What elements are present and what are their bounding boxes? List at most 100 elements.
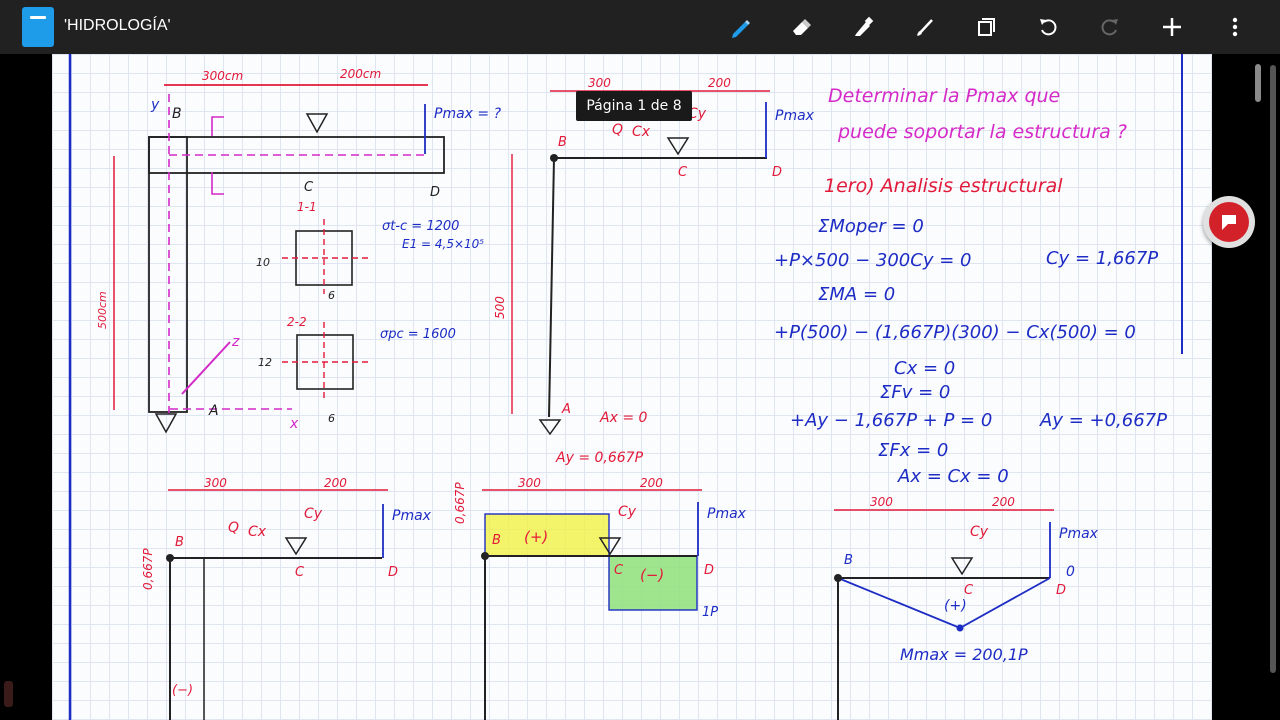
svg-text:ΣMoper = 0: ΣMoper = 0 <box>818 216 924 237</box>
svg-text:ΣMA = 0: ΣMA = 0 <box>818 284 895 305</box>
eraser-icon <box>793 19 811 35</box>
svg-text:6: 6 <box>328 412 335 425</box>
svg-text:500cm: 500cm <box>96 291 109 329</box>
svg-text:Pmax: Pmax <box>775 108 815 124</box>
svg-text:D: D <box>772 165 782 180</box>
add-page-button[interactable] <box>1157 12 1187 42</box>
pen-icon <box>732 20 750 38</box>
plus-icon <box>1163 18 1181 36</box>
svg-text:1-1: 1-1 <box>297 200 317 214</box>
svg-text:300: 300 <box>870 495 893 509</box>
notebook-title[interactable]: 'HIDROLOGÍA' <box>64 17 171 35</box>
svg-text:C: C <box>678 165 688 180</box>
svg-text:E1 = 4,5×10⁵: E1 = 4,5×10⁵ <box>402 237 484 251</box>
svg-text:σpc = 1600: σpc = 1600 <box>380 327 456 342</box>
svg-text:Ay = +0,667P: Ay = +0,667P <box>1039 410 1167 431</box>
svg-text:200cm: 200cm <box>340 67 381 81</box>
svg-text:12: 12 <box>258 356 272 369</box>
svg-text:(−): (−) <box>172 683 193 698</box>
svg-text:1ero) Analisis estructural: 1ero) Analisis estructural <box>824 175 1063 197</box>
svg-text:Ay = 0,667P: Ay = 0,667P <box>555 450 644 466</box>
svg-text:Q: Q <box>612 122 623 138</box>
line-icon <box>917 19 933 36</box>
svg-text:Cx = 0: Cx = 0 <box>894 358 955 379</box>
svg-text:Cy: Cy <box>304 506 323 522</box>
moment-diagram-3: 300 200 B C D 0 (+) Pmax Cy Mmax = 200,1… <box>834 495 1099 720</box>
svg-text:B: B <box>558 135 567 150</box>
vertical-scrollbar[interactable] <box>1270 65 1276 673</box>
svg-text:z: z <box>231 334 240 350</box>
svg-text:(+): (+) <box>524 528 548 546</box>
svg-text:+P×500 − 300Cy = 0: +P×500 − 300Cy = 0 <box>774 250 971 271</box>
vertical-scroll-thumb[interactable] <box>1255 64 1261 102</box>
svg-text:300cm: 300cm <box>202 69 243 83</box>
pages-icon <box>978 18 995 36</box>
svg-text:D: D <box>430 185 440 200</box>
svg-text:200: 200 <box>324 476 347 490</box>
undo-icon <box>1040 19 1057 36</box>
svg-text:200: 200 <box>708 76 731 90</box>
svg-text:0,667P: 0,667P <box>141 548 155 590</box>
edge-handle[interactable] <box>4 681 13 707</box>
svg-text:(−): (−) <box>640 566 664 584</box>
svg-text:0: 0 <box>1066 564 1075 580</box>
svg-text:B: B <box>492 533 501 548</box>
svg-text:Pmax: Pmax <box>1059 526 1099 542</box>
svg-text:D: D <box>388 565 398 580</box>
page-indicator-tooltip: Página 1 de 8 <box>576 91 692 121</box>
handwritten-ink-layer: 300cm 200cm B y z A x C D Pmax = ? 500cm <box>68 54 1183 720</box>
moment-diagram-2: 300 200 B C D (+) (−) Pmax Cy 1P 0,667P <box>453 476 747 720</box>
svg-text:300: 300 <box>518 476 541 490</box>
svg-text:Cy: Cy <box>970 524 989 540</box>
more-vert-icon <box>1232 17 1238 37</box>
svg-text:1P: 1P <box>702 605 718 620</box>
svg-text:ΣFx = 0: ΣFx = 0 <box>878 440 948 461</box>
toolbox-icon <box>1209 202 1249 242</box>
svg-text:Cx: Cx <box>248 524 267 540</box>
svg-text:+Ay − 1,667P + P = 0: +Ay − 1,667P + P = 0 <box>790 410 992 431</box>
svg-text:Determinar la Pmax que: Determinar la Pmax que <box>828 85 1060 107</box>
svg-text:Pmax = ?: Pmax = ? <box>434 106 502 122</box>
svg-text:Cy = 1,667P: Cy = 1,667P <box>1046 248 1158 269</box>
svg-text:Pmax: Pmax <box>392 508 432 524</box>
svg-text:(+): (+) <box>944 598 967 614</box>
svg-text:500: 500 <box>493 296 507 319</box>
svg-text:2-2: 2-2 <box>287 315 307 329</box>
svg-text:+P(500) − (1,667P)(300) − Cx(5: +P(500) − (1,667P)(300) − Cx(500) = 0 <box>774 322 1136 343</box>
svg-text:σt-c = 1200: σt-c = 1200 <box>382 219 459 234</box>
svg-text:B: B <box>175 535 184 550</box>
line-tool-button[interactable] <box>910 12 940 42</box>
svg-text:y: y <box>150 97 160 113</box>
svg-text:Pmax: Pmax <box>707 506 747 522</box>
notebook-page[interactable]: 300cm 200cm B y z A x C D Pmax = ? 500cm <box>52 54 1212 720</box>
svg-text:Ax = 0: Ax = 0 <box>599 410 647 426</box>
frame-drawing-2: 300 200 B C D Pmax Cy Q Cx 500 A Ax = 0 … <box>493 76 815 466</box>
redo-icon <box>1101 19 1118 36</box>
svg-text:0,667P: 0,667P <box>453 482 467 524</box>
floating-toolbox-button[interactable] <box>1203 196 1255 248</box>
notebook-icon[interactable] <box>22 7 54 47</box>
top-toolbar: 'HIDROLOGÍA' <box>0 0 1280 54</box>
highlighter-icon <box>855 16 874 36</box>
svg-text:x: x <box>289 416 299 432</box>
svg-text:C: C <box>295 565 305 580</box>
more-options-button[interactable] <box>1220 12 1250 42</box>
svg-text:D: D <box>1056 583 1066 598</box>
frame-drawing-3: 300 200 B C D Pmax Cy Q Cx (−) 0,667P <box>141 476 432 720</box>
svg-text:B: B <box>844 553 853 568</box>
pages-button[interactable] <box>971 12 1001 42</box>
pen-tool-button[interactable] <box>726 12 756 42</box>
redo-button[interactable] <box>1095 12 1125 42</box>
svg-text:B: B <box>172 106 182 122</box>
svg-text:C: C <box>614 563 624 578</box>
undo-button[interactable] <box>1033 12 1063 42</box>
svg-text:Cx: Cx <box>632 124 651 140</box>
highlighter-tool-button[interactable] <box>848 12 878 42</box>
eraser-tool-button[interactable] <box>786 12 816 42</box>
svg-text:300: 300 <box>204 476 227 490</box>
svg-text:6: 6 <box>328 289 335 302</box>
svg-text:200: 200 <box>640 476 663 490</box>
analysis-text: Determinar la Pmax que puede soportar la… <box>774 85 1167 487</box>
svg-text:Ax = Cx = 0: Ax = Cx = 0 <box>897 466 1009 487</box>
svg-text:Cy: Cy <box>618 504 637 520</box>
